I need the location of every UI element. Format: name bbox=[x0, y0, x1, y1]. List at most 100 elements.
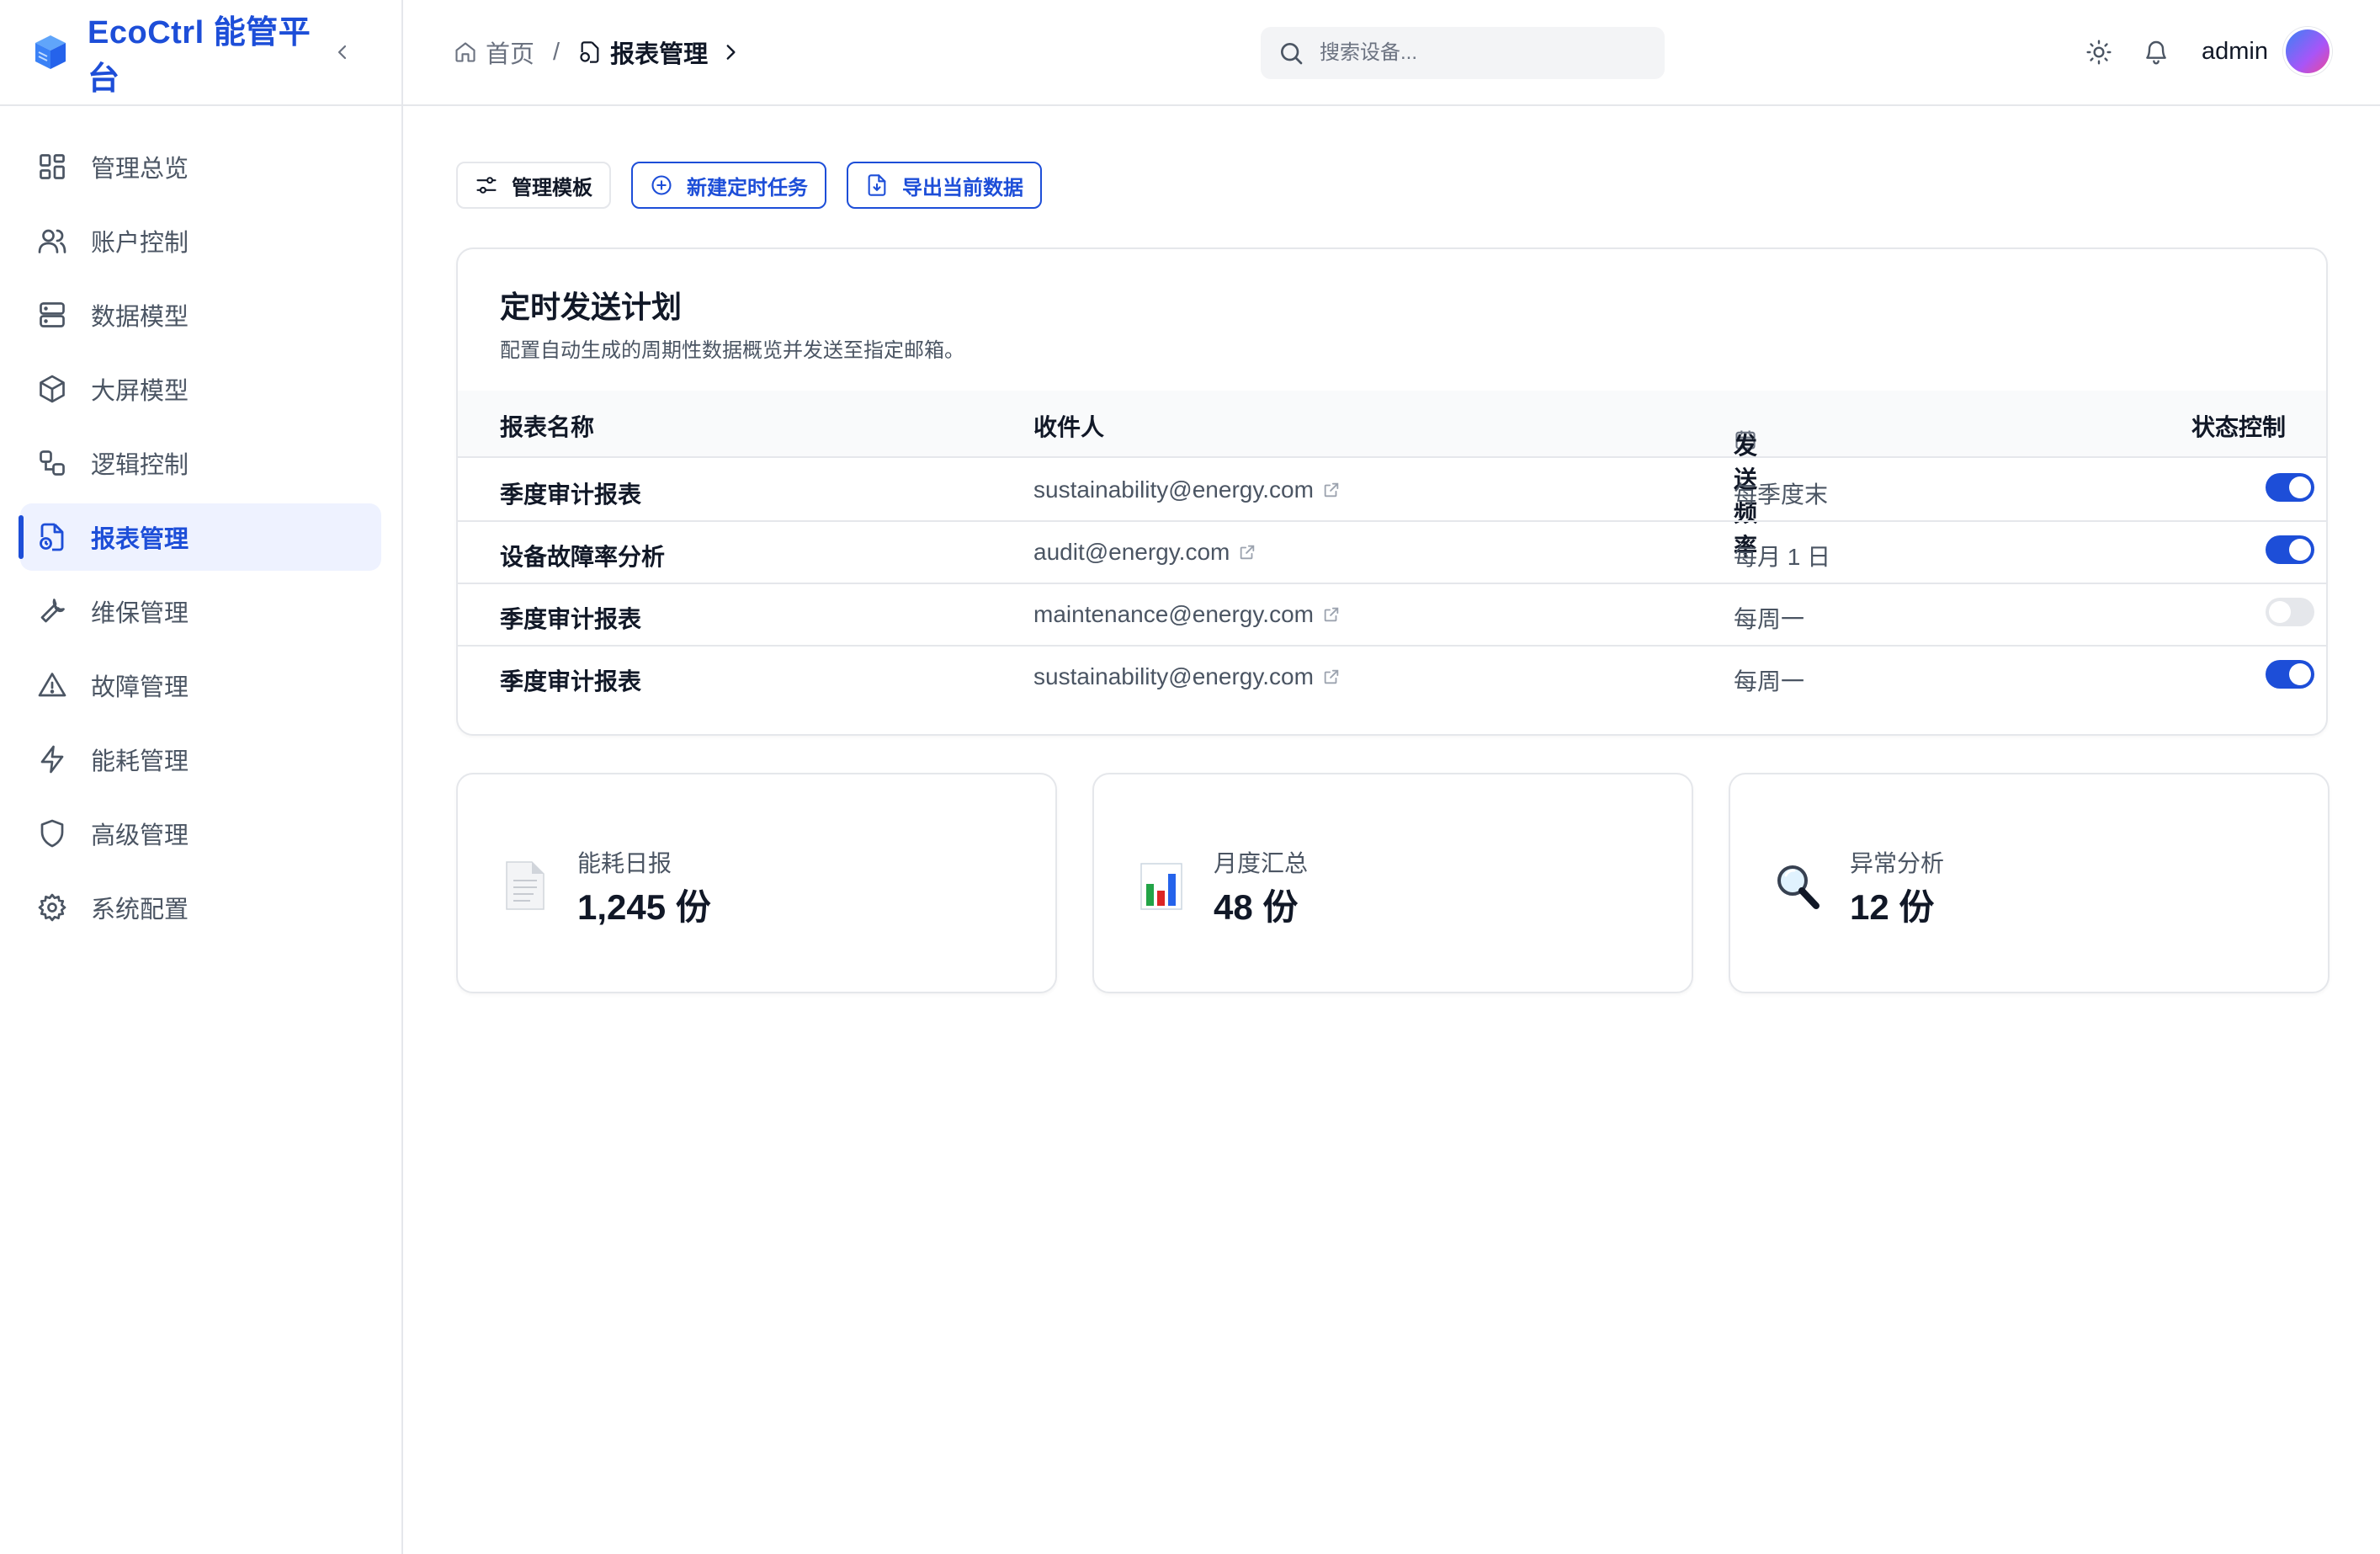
external-link-icon bbox=[1322, 605, 1341, 624]
toggle-knob bbox=[2289, 663, 2311, 685]
recipient-email: audit@energy.com bbox=[1033, 539, 1230, 565]
document-icon bbox=[500, 859, 550, 913]
sidebar-item-label: 能耗管理 bbox=[91, 748, 189, 775]
report-name: 季度审计报表 bbox=[500, 668, 642, 695]
recipient-email: maintenance@energy.com bbox=[1033, 601, 1314, 627]
external-link-icon bbox=[1238, 543, 1256, 561]
theme-toggle-sun-icon[interactable] bbox=[2085, 39, 2112, 66]
sidebar-item-energy[interactable]: 能耗管理 bbox=[20, 726, 381, 793]
home-icon[interactable] bbox=[454, 40, 477, 64]
table-row: 季度审计报表 sustainability@energy.com 每周一 bbox=[458, 647, 2326, 709]
action-toolbar: 管理模板 新建定时任务 导出当前数据 bbox=[456, 162, 1062, 209]
recipient-link[interactable]: maintenance@energy.com bbox=[1033, 601, 1341, 628]
users-icon bbox=[37, 226, 67, 256]
report-name: 设备故障率分析 bbox=[500, 544, 666, 570]
export-data-button[interactable]: 导出当前数据 bbox=[847, 162, 1042, 209]
shield-icon bbox=[37, 818, 67, 849]
sidebar-item-label: 系统配置 bbox=[91, 897, 189, 923]
stat-label: 异常分析 bbox=[1850, 850, 1945, 876]
sidebar-item-label: 账户控制 bbox=[91, 230, 189, 257]
stat-label: 能耗日报 bbox=[577, 850, 672, 876]
status-toggle[interactable] bbox=[2266, 473, 2314, 502]
report-icon bbox=[578, 40, 602, 64]
warning-icon bbox=[37, 670, 67, 700]
file-download-icon bbox=[865, 173, 889, 197]
recipient-email: sustainability@energy.com bbox=[1033, 663, 1314, 689]
sidebar-item-label: 报表管理 bbox=[91, 526, 189, 553]
sidebar-item-advanced[interactable]: 高级管理 bbox=[20, 800, 381, 867]
send-frequency: 每季度末 bbox=[1734, 482, 1829, 508]
recipient-email: sustainability@energy.com bbox=[1033, 476, 1314, 503]
user-menu[interactable]: admin bbox=[2202, 27, 2332, 76]
sidebar-item-screen-model[interactable]: 大屏模型 bbox=[20, 355, 381, 423]
box-icon bbox=[37, 374, 67, 404]
send-frequency: 每月 1 日 bbox=[1734, 544, 1831, 570]
external-link-icon bbox=[1322, 668, 1341, 686]
manage-templates-label: 管理模板 bbox=[512, 176, 592, 200]
app-title: EcoCtrl 能管平台 bbox=[88, 15, 311, 97]
collapse-sidebar-icon[interactable] bbox=[332, 42, 353, 62]
breadcrumb-current[interactable]: 报表管理 bbox=[578, 35, 741, 70]
username: admin bbox=[2202, 37, 2268, 65]
new-scheduled-task-label: 新建定时任务 bbox=[687, 176, 808, 200]
sidebar-item-label: 维保管理 bbox=[91, 600, 189, 627]
breadcrumb-current-label: 报表管理 bbox=[610, 41, 709, 68]
send-frequency: 每周一 bbox=[1734, 668, 1805, 695]
table-header: 报表名称 收件人 发送频率 状态控制 bbox=[458, 391, 2326, 560]
report-icon bbox=[37, 522, 67, 552]
status-toggle[interactable] bbox=[2266, 535, 2314, 564]
plus-circle-icon bbox=[650, 173, 673, 197]
report-name: 季度审计报表 bbox=[500, 482, 642, 508]
brand-bar: EcoCtrl 能管平台 bbox=[0, 0, 401, 106]
table-row: 设备故障率分析 audit@energy.com 每月 1 日 bbox=[458, 522, 2326, 584]
search-input[interactable] bbox=[1320, 41, 1623, 65]
sidebar-item-label: 大屏模型 bbox=[91, 378, 189, 405]
schedule-title: 定时发送计划 bbox=[500, 290, 683, 324]
sidebar-item-label: 故障管理 bbox=[91, 674, 189, 701]
magnifier-icon bbox=[1772, 859, 1823, 913]
send-frequency: 每周一 bbox=[1734, 606, 1805, 632]
bolt-icon bbox=[37, 744, 67, 774]
notifications-bell-icon[interactable] bbox=[2143, 39, 2170, 66]
sidebar-item-logic[interactable]: 逻辑控制 bbox=[20, 429, 381, 497]
sidebar-item-maintenance[interactable]: 维保管理 bbox=[20, 577, 381, 645]
sidebar-item-reports[interactable]: 报表管理 bbox=[19, 503, 381, 571]
sidebar-item-label: 高级管理 bbox=[91, 822, 189, 849]
search-icon bbox=[1278, 40, 1304, 67]
toggle-knob bbox=[2289, 476, 2311, 498]
wrench-icon bbox=[37, 596, 67, 626]
sidebar-nav: 管理总览 账户控制 数据模型 大屏模型 逻辑控制 报表管理 维保管理 故障管理 bbox=[0, 106, 401, 941]
column-header-recipient: 收件人 bbox=[1033, 414, 1105, 440]
recipient-link[interactable]: audit@energy.com bbox=[1033, 539, 1256, 566]
sidebar-item-label: 数据模型 bbox=[91, 304, 189, 331]
dashboard-icon bbox=[37, 152, 67, 182]
export-data-label: 导出当前数据 bbox=[902, 176, 1023, 200]
report-name: 季度审计报表 bbox=[500, 606, 642, 632]
sidebar-item-data-model[interactable]: 数据模型 bbox=[20, 281, 381, 349]
bar-chart-icon bbox=[1136, 859, 1187, 913]
column-header-name: 报表名称 bbox=[500, 414, 595, 440]
manage-templates-button[interactable]: 管理模板 bbox=[456, 162, 611, 209]
sidebar-item-settings[interactable]: 系统配置 bbox=[20, 874, 381, 941]
stat-label: 月度汇总 bbox=[1214, 850, 1309, 876]
schedule-description: 配置自动生成的周期性数据概览并发送至指定邮箱。 bbox=[500, 339, 964, 362]
recipient-link[interactable]: sustainability@energy.com bbox=[1033, 476, 1341, 503]
sidebar-item-label: 管理总览 bbox=[91, 156, 189, 183]
sidebar-item-accounts[interactable]: 账户控制 bbox=[20, 207, 381, 274]
search-box bbox=[1261, 27, 1665, 79]
breadcrumb-home[interactable]: 首页 bbox=[486, 35, 534, 70]
sidebar-item-faults[interactable]: 故障管理 bbox=[20, 652, 381, 719]
new-scheduled-task-button[interactable]: 新建定时任务 bbox=[631, 162, 826, 209]
workflow-icon bbox=[37, 448, 67, 478]
status-toggle[interactable] bbox=[2266, 660, 2314, 689]
sidebar-item-overview[interactable]: 管理总览 bbox=[20, 133, 381, 200]
recipient-link[interactable]: sustainability@energy.com bbox=[1033, 663, 1341, 690]
schedule-card: 定时发送计划 配置自动生成的周期性数据概览并发送至指定邮箱。 报表名称 收件人 … bbox=[456, 247, 2328, 736]
avatar[interactable] bbox=[2283, 27, 2332, 76]
breadcrumb-separator: / bbox=[553, 38, 560, 66]
stat-value: 12 份 bbox=[1850, 887, 1935, 927]
toggle-knob bbox=[2289, 539, 2311, 561]
stat-card-daily: 能耗日报 1,245 份 bbox=[456, 773, 1057, 993]
chevron-right-icon bbox=[720, 41, 741, 63]
status-toggle[interactable] bbox=[2266, 598, 2314, 626]
